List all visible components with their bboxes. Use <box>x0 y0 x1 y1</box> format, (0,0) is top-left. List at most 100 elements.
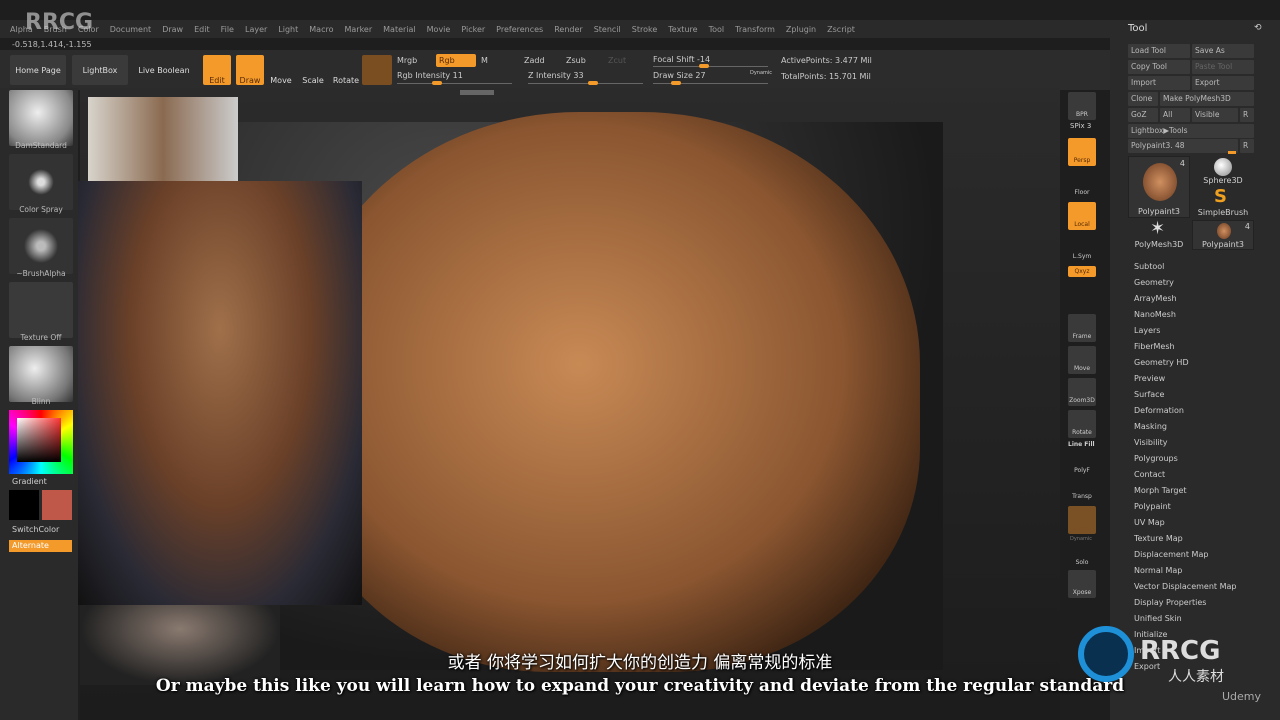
lightbox-tools-button[interactable]: Lightbox▶Tools <box>1128 124 1254 138</box>
subpalette-surface[interactable]: Surface <box>1134 390 1164 399</box>
move-button[interactable]: Move <box>268 55 294 85</box>
subpalette-displacement-map[interactable]: Displacement Map <box>1134 550 1208 559</box>
lightbox-button[interactable]: LightBox <box>72 55 128 85</box>
edit-button[interactable]: Edit <box>203 55 231 85</box>
local-button[interactable]: Local <box>1068 202 1096 230</box>
copy-tool-button[interactable]: Copy Tool <box>1128 60 1190 74</box>
tool-thumb-polymesh3d[interactable]: ✶ PolyMesh3D <box>1128 218 1190 252</box>
make-polymesh-button[interactable]: Make PolyMesh3D <box>1160 92 1254 106</box>
gradient-label[interactable]: Gradient <box>12 477 47 486</box>
tool-slider[interactable]: Polypaint3. 48 <box>1128 139 1238 153</box>
menu-file[interactable]: File <box>221 25 234 34</box>
menu-zscript[interactable]: Zscript <box>827 25 855 34</box>
subpalette-layers[interactable]: Layers <box>1134 326 1160 335</box>
scale-button[interactable]: Scale <box>300 55 326 85</box>
subpalette-vector-displacement-map[interactable]: Vector Displacement Map <box>1134 582 1236 591</box>
menu-macro[interactable]: Macro <box>309 25 333 34</box>
subpalette-arraymesh[interactable]: ArrayMesh <box>1134 294 1177 303</box>
rotate-view-button[interactable]: Rotate <box>1068 410 1096 438</box>
zadd-button[interactable]: Zadd <box>524 56 545 65</box>
slider-knob[interactable] <box>1228 151 1236 154</box>
zcut-button[interactable]: Zcut <box>608 56 626 65</box>
material-thumbnail[interactable] <box>9 346 73 402</box>
subpalette-unified-skin[interactable]: Unified Skin <box>1134 614 1182 623</box>
subpalette-uv-map[interactable]: UV Map <box>1134 518 1165 527</box>
switch-color-button[interactable]: SwitchColor <box>12 525 59 534</box>
tool-thumb-sphere3d[interactable]: Sphere3D <box>1192 156 1254 186</box>
menu-document[interactable]: Document <box>110 25 151 34</box>
menu-layer[interactable]: Layer <box>245 25 267 34</box>
focal-shift-slider[interactable]: Focal Shift -14 <box>653 55 710 64</box>
stroke-thumbnail[interactable] <box>9 154 73 210</box>
z-intensity-slider[interactable]: Z Intensity 33 <box>528 71 584 80</box>
slider-knob[interactable] <box>671 81 681 85</box>
menu-render[interactable]: Render <box>554 25 582 34</box>
color-picker[interactable] <box>9 410 73 474</box>
slider-knob[interactable] <box>699 64 709 68</box>
subpalette-display-properties[interactable]: Display Properties <box>1134 598 1206 607</box>
clone-button[interactable]: Clone <box>1128 92 1158 106</box>
tool-thumb-polypaint3-small[interactable]: 4 Polypaint3 <box>1192 220 1254 250</box>
slider-knob[interactable] <box>432 81 442 85</box>
menu-material[interactable]: Material <box>383 25 416 34</box>
r-button[interactable]: R <box>1240 108 1254 122</box>
menu-texture[interactable]: Texture <box>668 25 697 34</box>
paste-tool-button[interactable]: Paste Tool <box>1192 60 1254 74</box>
subpalette-contact[interactable]: Contact <box>1134 470 1165 479</box>
menu-light[interactable]: Light <box>278 25 298 34</box>
menu-movie[interactable]: Movie <box>427 25 451 34</box>
menu-stroke[interactable]: Stroke <box>632 25 658 34</box>
secondary-color-swatch[interactable] <box>9 490 39 520</box>
brush-thumbnail[interactable] <box>9 90 73 146</box>
menu-preferences[interactable]: Preferences <box>496 25 543 34</box>
menu-tool[interactable]: Tool <box>709 25 725 34</box>
menu-edit[interactable]: Edit <box>194 25 210 34</box>
frame-button[interactable]: Frame <box>1068 314 1096 342</box>
sculpt-model[interactable] <box>300 112 920 672</box>
subpalette-geometry-hd[interactable]: Geometry HD <box>1134 358 1189 367</box>
subpalette-visibility[interactable]: Visibility <box>1134 438 1168 447</box>
subpalette-texture-map[interactable]: Texture Map <box>1134 534 1183 543</box>
visible-button[interactable]: Visible <box>1192 108 1238 122</box>
dynamic-button[interactable]: Dynamic <box>750 70 772 76</box>
subpalette-deformation[interactable]: Deformation <box>1134 406 1184 415</box>
persp-button[interactable]: Persp <box>1068 138 1096 166</box>
subpalette-geometry[interactable]: Geometry <box>1134 278 1174 287</box>
move-view-button[interactable]: Move <box>1068 346 1096 374</box>
transp-button[interactable]: Transp <box>1068 474 1096 502</box>
draw-size-track[interactable] <box>653 81 768 85</box>
tool-thumb-simplebrush[interactable]: S SimpleBrush <box>1192 186 1254 218</box>
alternate-button[interactable]: Alternate <box>9 540 72 552</box>
mrgb-button[interactable]: Mrgb <box>397 56 417 65</box>
xpose-button[interactable]: Xpose <box>1068 570 1096 598</box>
floor-button[interactable]: Floor <box>1068 170 1096 198</box>
all-button[interactable]: All <box>1160 108 1190 122</box>
import-button[interactable]: Import <box>1128 76 1190 90</box>
live-boolean-button[interactable]: Live Boolean <box>134 55 194 85</box>
z-intensity-track[interactable] <box>528 81 643 85</box>
load-tool-button[interactable]: Load Tool <box>1128 44 1190 58</box>
subpalette-polypaint[interactable]: Polypaint <box>1134 502 1171 511</box>
subpalette-morph-target[interactable]: Morph Target <box>1134 486 1187 495</box>
zsub-button[interactable]: Zsub <box>566 56 586 65</box>
viewport-scrollbar[interactable] <box>460 90 494 95</box>
subpalette-fibermesh[interactable]: FiberMesh <box>1134 342 1175 351</box>
m-button[interactable]: M <box>481 56 488 65</box>
ghost-button[interactable]: Ghost <box>1068 506 1096 534</box>
tool-title[interactable]: Tool <box>1128 23 1147 34</box>
save-as-button[interactable]: Save As <box>1192 44 1254 58</box>
lsym-button[interactable]: L.Sym <box>1068 234 1096 262</box>
menu-marker[interactable]: Marker <box>344 25 372 34</box>
zoom3d-button[interactable]: Zoom3D <box>1068 378 1096 406</box>
rotate-button[interactable]: Rotate <box>332 55 360 85</box>
subpalette-subtool[interactable]: Subtool <box>1134 262 1164 271</box>
menu-draw[interactable]: Draw <box>162 25 183 34</box>
main-color-swatch[interactable] <box>42 490 72 520</box>
draw-size-slider[interactable]: Draw Size 27 <box>653 71 706 80</box>
menu-transform[interactable]: Transform <box>735 25 775 34</box>
slider-knob[interactable] <box>588 81 598 85</box>
r-button-2[interactable]: R <box>1240 139 1254 153</box>
alpha-thumbnail[interactable] <box>9 218 73 274</box>
solo-button[interactable]: Solo <box>1068 540 1096 568</box>
focal-shift-track[interactable] <box>653 64 768 68</box>
